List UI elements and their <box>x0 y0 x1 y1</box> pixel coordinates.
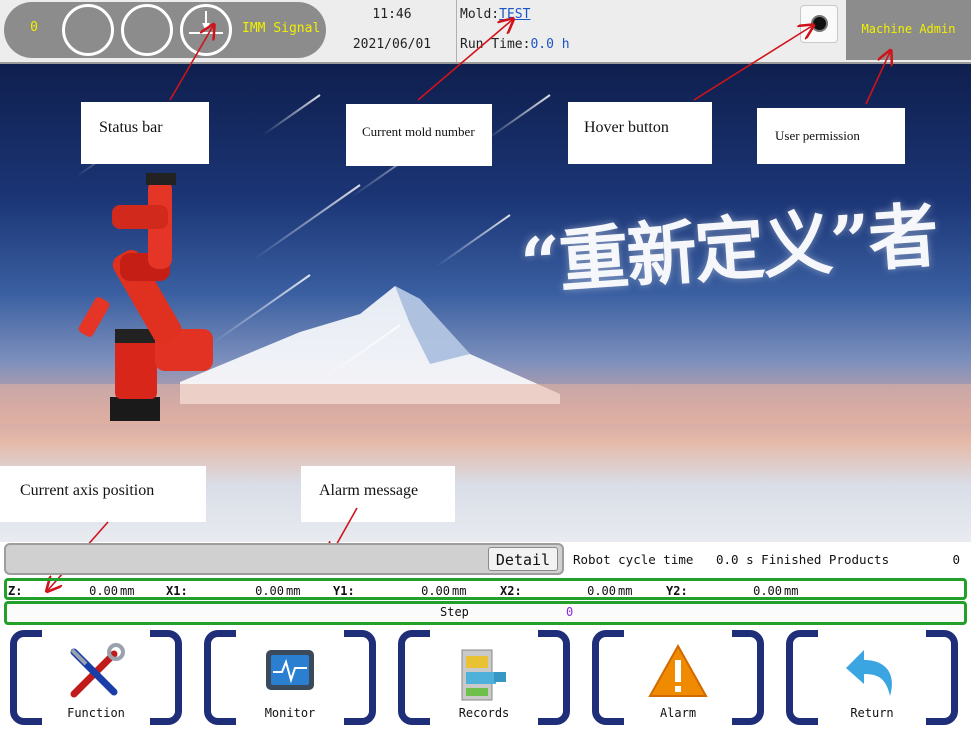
return-button[interactable]: Return <box>782 628 962 728</box>
axis-y1-unit: mm <box>452 584 467 598</box>
axis-position-row <box>4 578 967 600</box>
axis-x2-unit: mm <box>618 584 633 598</box>
axis-y2-label: Y2: <box>666 584 688 598</box>
step-row <box>4 601 967 625</box>
alarm-message-bar[interactable] <box>4 543 564 575</box>
axis-x2-label: X2: <box>500 584 522 598</box>
finished-products-label: Finished Products <box>761 552 890 567</box>
step-value: 0 <box>566 605 574 619</box>
monitor-label: Monitor <box>264 706 316 720</box>
records-label: Records <box>458 706 510 720</box>
axis-x1-unit: mm <box>286 584 301 598</box>
detail-button[interactable]: Detail <box>488 547 558 571</box>
axis-z-label: Z: <box>8 584 23 598</box>
file-cabinet-icon <box>461 649 506 701</box>
axis-y2-value: 0.00 <box>753 584 782 598</box>
production-info: Robot cycle time 0.0 s Finished Products <box>573 552 889 567</box>
axis-z-value: 0.00 <box>89 584 118 598</box>
axis-y1-value: 0.00 <box>421 584 450 598</box>
monitor-icon <box>266 650 314 690</box>
axis-x1-label: X1: <box>166 584 188 598</box>
records-button[interactable]: Records <box>394 628 574 728</box>
cycle-time-label: Robot cycle time <box>573 552 694 567</box>
alarm-label: Alarm <box>659 706 697 720</box>
axis-x1-value: 0.00 <box>255 584 284 598</box>
alarm-button[interactable]: Alarm <box>588 628 768 728</box>
tools-icon <box>70 643 125 698</box>
step-label: Step <box>440 605 469 619</box>
monitor-button[interactable]: Monitor <box>200 628 380 728</box>
axis-x2-value: 0.00 <box>587 584 616 598</box>
cycle-time-value: 0.0 s <box>716 552 754 567</box>
return-label: Return <box>850 706 894 720</box>
function-button[interactable]: Function <box>6 628 186 728</box>
axis-z-unit: mm <box>120 584 135 598</box>
finished-products-value: 0 <box>952 552 960 567</box>
return-arrow-icon <box>846 650 892 696</box>
warning-icon <box>648 643 708 697</box>
axis-y2-unit: mm <box>784 584 799 598</box>
function-label: Function <box>67 706 125 720</box>
axis-y1-label: Y1: <box>333 584 355 598</box>
